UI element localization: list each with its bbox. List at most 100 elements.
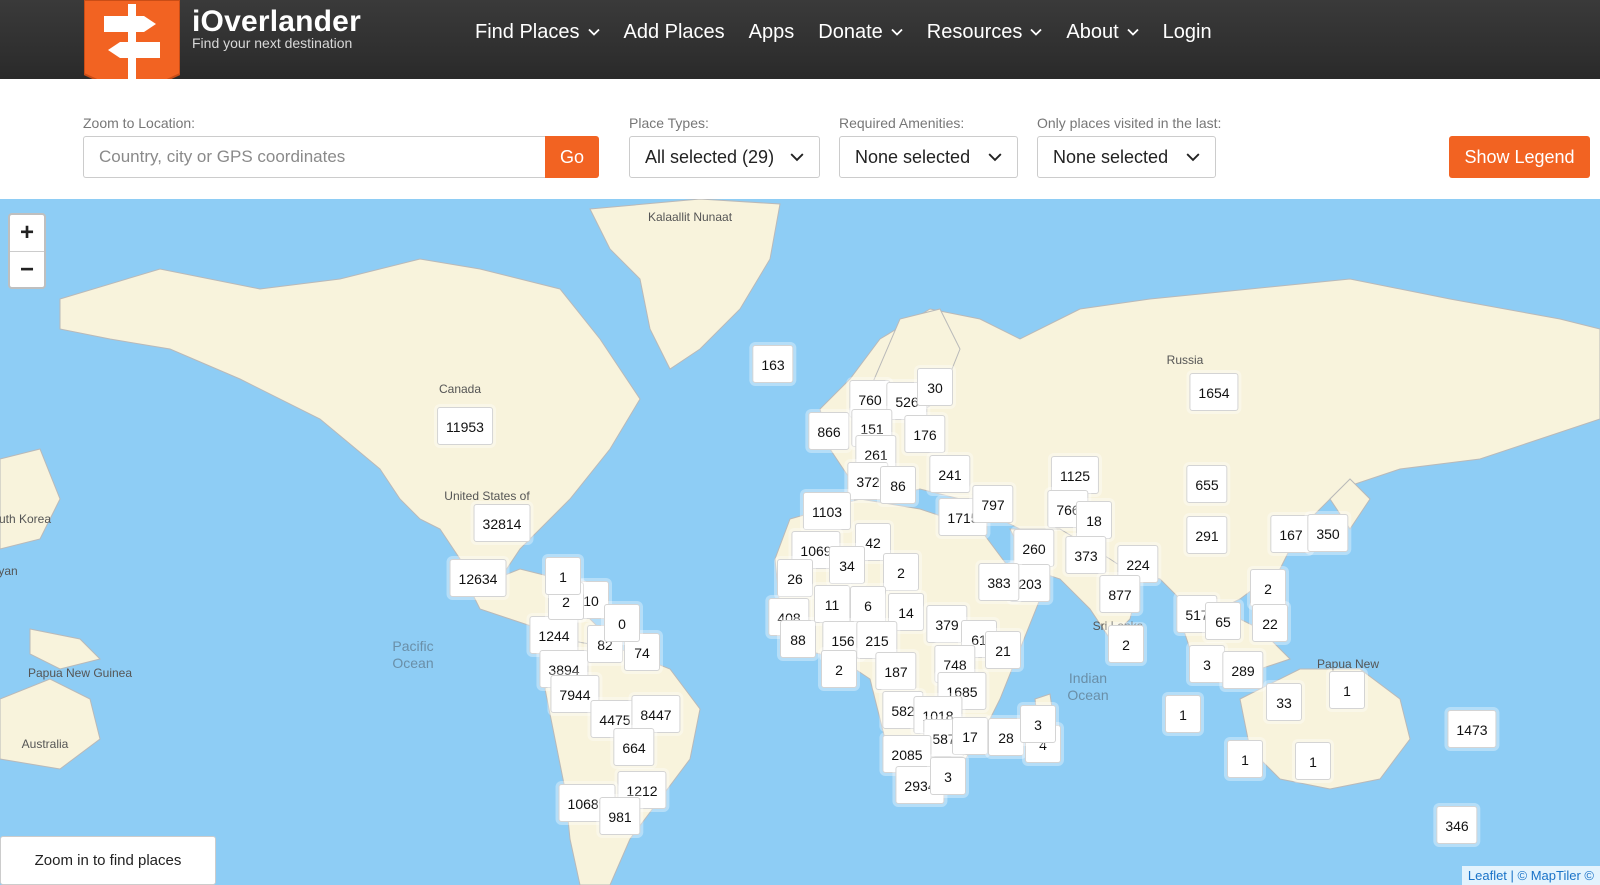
cluster-marker[interactable]: 241 bbox=[929, 455, 971, 493]
cluster-marker[interactable]: 33 bbox=[1266, 683, 1302, 721]
cluster-marker[interactable]: 1125 bbox=[1050, 456, 1100, 494]
brand-name: iOverlander bbox=[192, 5, 361, 38]
nav-add-places[interactable]: Add Places bbox=[612, 16, 737, 48]
nav-login[interactable]: Login bbox=[1151, 16, 1224, 48]
cluster-marker[interactable]: 12634 bbox=[449, 559, 507, 597]
cluster-marker[interactable]: 260 bbox=[1013, 529, 1055, 567]
cluster-marker[interactable]: 32814 bbox=[473, 504, 531, 542]
cluster-marker[interactable]: 2 bbox=[883, 553, 919, 591]
cluster-marker[interactable]: 22 bbox=[1252, 604, 1288, 642]
cluster-marker[interactable]: 18 bbox=[1076, 501, 1112, 539]
amenities-select[interactable]: None selected bbox=[839, 136, 1018, 178]
cluster-marker[interactable]: 1654 bbox=[1189, 373, 1239, 411]
cluster-marker[interactable]: 176 bbox=[904, 415, 946, 453]
cluster-marker[interactable]: 664 bbox=[613, 728, 655, 766]
nav-find-places[interactable]: Find Places bbox=[463, 16, 612, 48]
ocean-label-indian: Indian Ocean bbox=[1067, 670, 1109, 703]
map-label-papua-new-guinea: Papua New Guinea bbox=[27, 666, 133, 680]
cluster-marker[interactable]: 1103 bbox=[802, 492, 852, 530]
cluster-marker[interactable]: 26 bbox=[777, 559, 813, 597]
cluster-marker[interactable]: 350 bbox=[1307, 514, 1349, 552]
nav-resources[interactable]: Resources bbox=[915, 16, 1055, 48]
map-label-canada: Canada bbox=[438, 382, 482, 396]
cluster-marker[interactable]: 1 bbox=[1329, 671, 1365, 709]
main-nav: Find Places Add Places Apps Donate Resou… bbox=[463, 16, 1224, 48]
chevron-down-icon bbox=[988, 153, 1002, 162]
cluster-marker[interactable]: 797 bbox=[972, 485, 1014, 523]
cluster-marker[interactable]: 2 bbox=[1250, 569, 1286, 607]
visited-value: None selected bbox=[1053, 146, 1169, 167]
cluster-marker[interactable]: 1 bbox=[545, 557, 581, 595]
cluster-marker[interactable]: 21 bbox=[985, 631, 1021, 669]
show-legend-button[interactable]: Show Legend bbox=[1449, 136, 1590, 178]
nav-label: Resources bbox=[926, 21, 1023, 43]
visited-label: Only places visited in the last: bbox=[1037, 115, 1222, 131]
cluster-marker[interactable]: 1473 bbox=[1447, 710, 1497, 748]
map-attribution[interactable]: Leaflet | © MapTiler © bbox=[1461, 866, 1600, 885]
chevron-down-icon bbox=[587, 28, 600, 36]
world-map[interactable]: Kalaallit Nunaat Canada United States of… bbox=[0, 199, 1600, 885]
cluster-marker[interactable]: 11 bbox=[814, 585, 850, 623]
cluster-marker[interactable]: 65 bbox=[1205, 602, 1241, 640]
cluster-marker[interactable]: 373 bbox=[1065, 536, 1107, 574]
cluster-marker[interactable]: 0 bbox=[604, 604, 640, 642]
go-button[interactable]: Go bbox=[545, 136, 599, 178]
location-search-input[interactable] bbox=[83, 136, 545, 178]
cluster-marker[interactable]: 877 bbox=[1099, 575, 1141, 613]
cluster-marker[interactable]: 6 bbox=[850, 586, 886, 624]
brand-tagline: Find your next destination bbox=[192, 35, 353, 51]
ocean-label-pacific: Pacific Ocean bbox=[392, 638, 434, 671]
cluster-marker[interactable]: 28 bbox=[988, 718, 1024, 756]
visited-select[interactable]: None selected bbox=[1037, 136, 1216, 178]
place-types-value: All selected (29) bbox=[645, 146, 775, 167]
cluster-marker[interactable]: 1244 bbox=[529, 616, 579, 654]
cluster-marker[interactable]: 88 bbox=[780, 620, 816, 658]
map-label-greenland: Kalaallit Nunaat bbox=[647, 210, 733, 224]
cluster-marker[interactable]: 17 bbox=[952, 717, 988, 755]
cluster-marker[interactable]: 187 bbox=[875, 652, 917, 690]
nav-label: Add Places bbox=[623, 21, 725, 43]
cluster-marker[interactable]: 163 bbox=[752, 345, 794, 383]
cluster-marker[interactable]: 289 bbox=[1222, 651, 1264, 689]
cluster-marker[interactable]: 30 bbox=[917, 368, 953, 406]
nav-about[interactable]: About bbox=[1054, 16, 1150, 48]
nav-label: Donate bbox=[818, 21, 883, 43]
cluster-marker[interactable]: 1 bbox=[1227, 740, 1263, 778]
cluster-marker[interactable]: 3 bbox=[930, 757, 966, 795]
cluster-marker[interactable]: 655 bbox=[1186, 465, 1228, 503]
zoom-location-label: Zoom to Location: bbox=[83, 115, 196, 131]
map-label-australia: Australia bbox=[21, 737, 69, 751]
cluster-marker[interactable]: 2 bbox=[1108, 625, 1144, 663]
cluster-marker[interactable]: 866 bbox=[808, 412, 850, 450]
brand[interactable]: iOverlander Find your next destination bbox=[192, 5, 361, 51]
cluster-marker[interactable]: 167 bbox=[1270, 515, 1312, 553]
place-types-select[interactable]: All selected (29) bbox=[629, 136, 820, 178]
cluster-marker[interactable]: 86 bbox=[880, 466, 916, 504]
cluster-marker[interactable]: 1 bbox=[1295, 742, 1331, 780]
cluster-marker[interactable]: 3 bbox=[1020, 705, 1056, 743]
cluster-marker[interactable]: 3 bbox=[1189, 645, 1225, 683]
nav-label: About bbox=[1066, 21, 1119, 43]
cluster-marker[interactable]: 383 bbox=[978, 563, 1020, 601]
cluster-marker[interactable]: 1 bbox=[1165, 695, 1201, 733]
cluster-marker[interactable]: 34 bbox=[829, 546, 865, 584]
nav-label: Find Places bbox=[475, 21, 580, 43]
nav-donate[interactable]: Donate bbox=[806, 16, 915, 48]
cluster-marker[interactable]: 2 bbox=[821, 650, 857, 688]
cluster-marker[interactable]: 981 bbox=[599, 797, 641, 835]
map-label-south-korea: uth Korea bbox=[0, 512, 52, 526]
cluster-marker[interactable]: 346 bbox=[1436, 806, 1478, 844]
cluster-marker[interactable]: 11953 bbox=[437, 407, 493, 445]
map-label-taiwan: yan bbox=[0, 564, 18, 578]
map-label-russia: Russia bbox=[1166, 353, 1204, 367]
chevron-down-icon bbox=[891, 28, 903, 36]
nav-apps[interactable]: Apps bbox=[737, 16, 807, 48]
nav-label: Login bbox=[1162, 21, 1212, 43]
map-label-papua-new-2: Papua New bbox=[1316, 657, 1380, 671]
zoom-hint: Zoom in to find places bbox=[0, 836, 216, 885]
zoom-out-button[interactable]: − bbox=[10, 252, 44, 288]
map-label-united-states: United States of bbox=[444, 489, 530, 503]
cluster-marker[interactable]: 291 bbox=[1186, 516, 1228, 554]
zoom-in-button[interactable]: + bbox=[10, 215, 44, 252]
amenities-label: Required Amenities: bbox=[839, 115, 965, 131]
